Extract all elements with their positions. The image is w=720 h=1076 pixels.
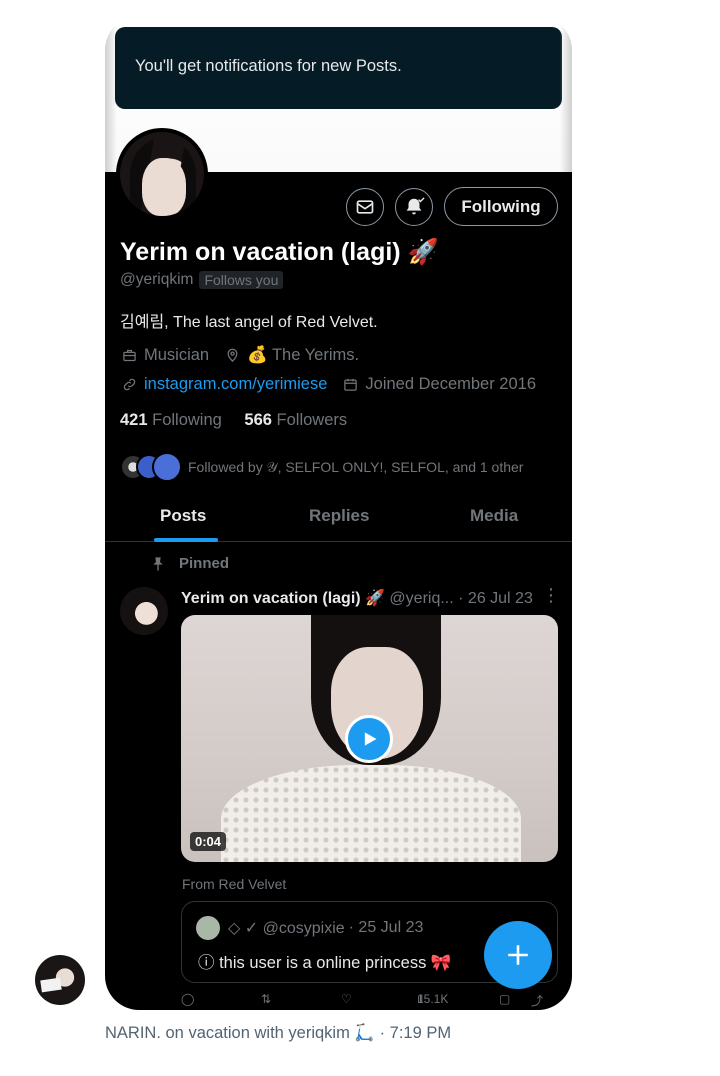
profile-joined: Joined December 2016 bbox=[365, 375, 536, 393]
tab-posts[interactable]: Posts bbox=[160, 506, 206, 526]
bookmark-icon[interactable]: ▢ bbox=[499, 992, 510, 1006]
post-video[interactable]: 0:04 bbox=[181, 615, 558, 862]
compose-fab[interactable] bbox=[484, 921, 552, 989]
quoted-author-handle: ◇ ✓ @cosypixie bbox=[228, 920, 345, 937]
link-icon bbox=[120, 376, 138, 394]
post-actions: ◯ ⇅ ♡ ıl 15.1K ▢ ⤴ bbox=[181, 992, 544, 1009]
quoted-post-date: · 25 Jul 23 bbox=[348, 919, 424, 936]
mutual-avatar-3 bbox=[152, 452, 182, 482]
post-date: · 26 Jul 23 bbox=[458, 590, 533, 607]
tab-media[interactable]: Media bbox=[470, 506, 518, 526]
more-options-icon[interactable]: ⋮ bbox=[542, 585, 560, 606]
followed-by-row[interactable]: Followed by 𝒴, SELFOL ONLY!, SELFOL, and… bbox=[120, 452, 523, 482]
follows-you-badge: Follows you bbox=[199, 271, 284, 289]
quoted-author-avatar bbox=[196, 916, 220, 940]
tab-replies[interactable]: Replies bbox=[309, 506, 369, 526]
sender-avatar[interactable] bbox=[35, 955, 85, 1005]
mail-icon bbox=[356, 200, 374, 214]
profile-tabs: Posts Replies Media bbox=[105, 492, 572, 542]
follow-counts: 421 Following 566 Followers bbox=[120, 411, 347, 430]
message-meta: NARIN. on vacation with yeriqkim 🛴 · 7:1… bbox=[105, 1024, 451, 1043]
pinned-label-row: Pinned bbox=[150, 555, 229, 572]
profile-category: Musician bbox=[144, 346, 210, 364]
pin-icon bbox=[153, 556, 163, 571]
profile-bio: 김예림, The last angel of Red Velvet. bbox=[120, 314, 378, 331]
post-author-name[interactable]: Yerim on vacation (lagi) 🚀 bbox=[181, 590, 385, 607]
post-source-label[interactable]: From Red Velvet bbox=[182, 876, 286, 892]
video-figure-body bbox=[221, 765, 521, 862]
quoted-post-header: ◇ ✓ @cosypixie · 25 Jul 23 bbox=[196, 916, 423, 940]
followers-count-link[interactable]: 566 Followers bbox=[244, 411, 347, 429]
post-author-avatar[interactable] bbox=[120, 587, 168, 635]
pinned-label: Pinned bbox=[179, 555, 230, 572]
followed-by-text: Followed by 𝒴, SELFOL ONLY!, SELFOL, and… bbox=[188, 458, 524, 475]
briefcase-icon bbox=[120, 347, 138, 365]
message-button[interactable] bbox=[346, 188, 384, 226]
play-icon bbox=[364, 732, 377, 746]
calendar-icon bbox=[341, 376, 359, 394]
profile-avatar[interactable] bbox=[116, 128, 208, 220]
notification-toast: You'll get notifications for new Posts. bbox=[115, 27, 562, 109]
profile-website-link[interactable]: instagram.com/yerimiese bbox=[144, 375, 327, 394]
post-author-handle: @yeriq... bbox=[389, 590, 454, 607]
sender-avatar-sign bbox=[40, 977, 62, 993]
notifications-button[interactable] bbox=[395, 188, 433, 226]
profile-handle: @yeriqkim bbox=[120, 271, 194, 288]
following-count-link[interactable]: 421 Following bbox=[120, 411, 222, 429]
profile-meta-row-1: Musician 💰 The Yerims. bbox=[120, 346, 359, 365]
profile-meta-row-2: instagram.com/yerimiese Joined December … bbox=[120, 375, 536, 394]
following-button[interactable]: Following bbox=[444, 187, 558, 226]
reply-icon[interactable]: ◯ bbox=[181, 992, 194, 1006]
sender-name[interactable]: NARIN. on vacation with yeriqkim 🛴 bbox=[105, 1024, 375, 1042]
profile-location: 💰 The Yerims. bbox=[247, 346, 360, 364]
like-icon[interactable]: ♡ bbox=[341, 992, 352, 1006]
bell-check-icon bbox=[406, 197, 425, 215]
handle-row: @yeriqkim Follows you bbox=[120, 271, 284, 289]
toast-text: You'll get notifications for new Posts. bbox=[135, 57, 402, 75]
post-header: Yerim on vacation (lagi) 🚀 @yeriq... · 2… bbox=[181, 588, 533, 608]
active-tab-indicator bbox=[154, 538, 218, 542]
profile-name: Yerim on vacation (lagi) 🚀 bbox=[120, 238, 439, 266]
quoted-post-text: ⓘ this user is a online princess 🎀 bbox=[198, 954, 452, 972]
location-icon bbox=[223, 347, 241, 365]
avatar-face bbox=[142, 158, 186, 216]
play-button[interactable] bbox=[345, 715, 393, 763]
message-time: · 7:19 PM bbox=[379, 1024, 452, 1042]
shared-screenshot[interactable]: You'll get notifications for new Posts. … bbox=[105, 16, 572, 1010]
repost-icon[interactable]: ⇅ bbox=[261, 992, 271, 1006]
video-duration: 0:04 bbox=[190, 832, 227, 851]
share-icon[interactable]: ⤴ bbox=[531, 992, 543, 1009]
plus-icon bbox=[508, 945, 528, 965]
profile-page: Following Yerim on vacation (lagi) 🚀 @ye… bbox=[105, 172, 572, 1010]
